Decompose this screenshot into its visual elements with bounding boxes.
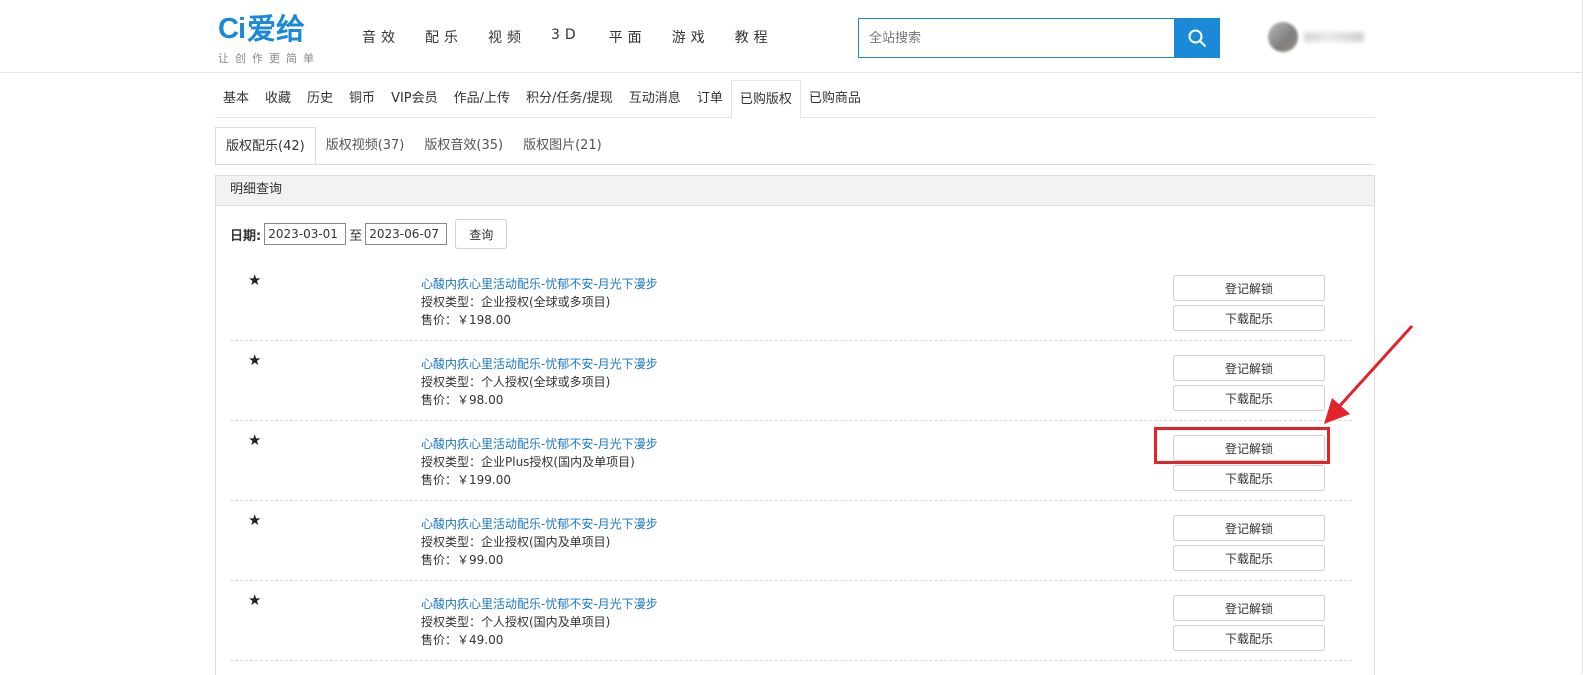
date-label: 日期: [230, 228, 262, 244]
register-unlock-button[interactable]: 登记解锁 [1173, 435, 1325, 461]
nav-item-graphic[interactable]: 平面 [609, 27, 647, 47]
user-menu[interactable] [1268, 22, 1364, 52]
tab-history[interactable]: 历史 [299, 80, 341, 118]
star-icon: ★ [248, 591, 262, 609]
download-music-button[interactable]: 下载配乐 [1173, 625, 1325, 651]
tab-copyright-music[interactable]: 版权配乐(42) [215, 127, 316, 166]
avatar[interactable] [1268, 22, 1298, 52]
tab-basic[interactable]: 基本 [215, 80, 257, 118]
register-unlock-button[interactable]: 登记解锁 [1173, 275, 1325, 301]
record-actions: 登记解锁 下载配乐 [1173, 435, 1325, 495]
copyright-type-tabs: 版权配乐(42) 版权视频(37) 版权音效(35) 版权图片(21) [215, 127, 1375, 166]
tab-favorites[interactable]: 收藏 [257, 80, 299, 118]
record-info: 心酸内疚心里活动配乐-忧郁不安-月光下漫步 授权类型：企业授权(全球或多项目) … [421, 275, 658, 329]
account-tabs: 基本 收藏 历史 铜币 VIP会员 作品/上传 积分/任务/提现 互动消息 订单… [215, 80, 1375, 119]
tab-copyright-images[interactable]: 版权图片(21) [513, 127, 612, 165]
query-button[interactable]: 查询 [455, 219, 508, 249]
record-info: 心酸内疚心里活动配乐-忧郁不安-月光下漫步 授权类型：企业Plus授权(国内及单… [421, 435, 658, 489]
license-type: 授权类型：企业授权(全球或多项目) [421, 295, 611, 309]
track-title-link[interactable]: 心酸内疚心里活动配乐-忧郁不安-月光下漫步 [421, 435, 658, 453]
nav-item-sound-effects[interactable]: 音效 [362, 27, 400, 47]
date-from-field[interactable] [264, 223, 347, 245]
download-music-button[interactable]: 下载配乐 [1173, 385, 1325, 411]
panel-title: 明细查询 [216, 176, 1374, 206]
nav-item-music[interactable]: 配乐 [425, 27, 463, 47]
price: 售价：￥49.00 [421, 633, 504, 647]
tab-purchased-copyright[interactable]: 已购版权 [730, 80, 801, 119]
logo-ci-text: Ci [218, 13, 246, 45]
license-type: 授权类型：个人授权(国内及单项目) [421, 615, 611, 629]
track-title-link[interactable]: 心酸内疚心里活动配乐-忧郁不安-月光下漫步 [421, 355, 658, 373]
tab-orders[interactable]: 订单 [689, 80, 731, 118]
tab-copyright-sfx[interactable]: 版权音效(35) [414, 127, 513, 165]
nav-item-3d[interactable]: 3D [551, 27, 581, 47]
star-icon: ★ [248, 271, 262, 289]
top-header: Ci 爱给 让创作更简单 音效 配乐 视频 3D 平面 游戏 教程 [0, 0, 1583, 73]
search-button[interactable] [1174, 18, 1220, 58]
star-icon: ★ [248, 511, 262, 529]
license-type: 授权类型：企业Plus授权(国内及单项目) [421, 455, 635, 469]
nav-item-video[interactable]: 视频 [488, 27, 526, 47]
logo-name-text: 爱给 [247, 12, 306, 46]
tab-vip[interactable]: VIP会员 [383, 80, 446, 118]
detail-query-panel: 明细查询 日期: 至 查询 ★ 心酸内疚心里活动配乐-忧郁不安-月光下漫步 授权… [215, 175, 1375, 675]
tab-works-upload[interactable]: 作品/上传 [446, 80, 518, 118]
date-to-field[interactable] [365, 223, 448, 245]
license-type: 授权类型：个人授权(全球或多项目) [421, 375, 611, 389]
site-logo[interactable]: Ci 爱给 让创作更简单 [218, 12, 338, 68]
nav-item-game[interactable]: 游戏 [672, 27, 710, 47]
site-search [858, 18, 1220, 58]
date-filter: 日期: 至 查询 [230, 219, 508, 249]
record-info: 心酸内疚心里活动配乐-忧郁不安-月光下漫步 授权类型：个人授权(全球或多项目) … [421, 355, 658, 409]
price: 售价：￥99.00 [421, 553, 504, 567]
download-music-button[interactable]: 下载配乐 [1173, 465, 1325, 491]
star-icon: ★ [248, 431, 262, 449]
price: 售价：￥199.00 [421, 473, 511, 487]
tab-coins[interactable]: 铜币 [341, 80, 383, 118]
list-item: ★ 心酸内疚心里活动配乐-忧郁不安-月光下漫步 授权类型：个人授权(全球或多项目… [230, 341, 1352, 421]
download-music-button[interactable]: 下载配乐 [1173, 545, 1325, 571]
date-to-separator: 至 [349, 228, 363, 244]
logo-tagline: 让创作更简单 [218, 52, 320, 65]
logo-mark: Ci 爱给 [218, 12, 338, 46]
download-music-button[interactable]: 下载配乐 [1173, 305, 1325, 331]
track-title-link[interactable]: 心酸内疚心里活动配乐-忧郁不安-月光下漫步 [421, 275, 658, 293]
search-icon [1188, 29, 1206, 47]
record-actions: 登记解锁 下载配乐 [1173, 515, 1325, 575]
purchase-list: ★ 心酸内疚心里活动配乐-忧郁不安-月光下漫步 授权类型：企业授权(全球或多项目… [230, 261, 1352, 661]
star-icon: ★ [248, 351, 262, 369]
record-info: 心酸内疚心里活动配乐-忧郁不安-月光下漫步 授权类型：企业授权(国内及单项目) … [421, 515, 658, 569]
nav-item-tutorial[interactable]: 教程 [735, 27, 773, 47]
username-blurred[interactable] [1304, 32, 1364, 42]
price: 售价：￥198.00 [421, 313, 511, 327]
register-unlock-button[interactable]: 登记解锁 [1173, 595, 1325, 621]
record-actions: 登记解锁 下载配乐 [1173, 595, 1325, 655]
record-actions: 登记解锁 下载配乐 [1173, 275, 1325, 335]
price: 售价：￥98.00 [421, 393, 504, 407]
track-title-link[interactable]: 心酸内疚心里活动配乐-忧郁不安-月光下漫步 [421, 515, 658, 533]
list-item: ★ 心酸内疚心里活动配乐-忧郁不安-月光下漫步 授权类型：个人授权(国内及单项目… [230, 581, 1352, 661]
main-nav: 音效 配乐 视频 3D 平面 游戏 教程 [362, 27, 798, 47]
register-unlock-button[interactable]: 登记解锁 [1173, 515, 1325, 541]
register-unlock-button[interactable]: 登记解锁 [1173, 355, 1325, 381]
tab-purchased-goods[interactable]: 已购商品 [801, 80, 869, 118]
list-item: ★ 心酸内疚心里活动配乐-忧郁不安-月光下漫步 授权类型：企业Plus授权(国内… [230, 421, 1352, 501]
record-info: 心酸内疚心里活动配乐-忧郁不安-月光下漫步 授权类型：个人授权(国内及单项目) … [421, 595, 658, 649]
license-type: 授权类型：企业授权(国内及单项目) [421, 535, 611, 549]
tab-copyright-video[interactable]: 版权视频(37) [316, 127, 415, 165]
tab-messages[interactable]: 互动消息 [621, 80, 689, 118]
tab-points-tasks[interactable]: 积分/任务/提现 [518, 80, 621, 118]
search-input[interactable] [858, 18, 1174, 58]
track-title-link[interactable]: 心酸内疚心里活动配乐-忧郁不安-月光下漫步 [421, 595, 658, 613]
list-item: ★ 心酸内疚心里活动配乐-忧郁不安-月光下漫步 授权类型：企业授权(全球或多项目… [230, 261, 1352, 341]
record-actions: 登记解锁 下载配乐 [1173, 355, 1325, 415]
list-item: ★ 心酸内疚心里活动配乐-忧郁不安-月光下漫步 授权类型：企业授权(国内及单项目… [230, 501, 1352, 581]
